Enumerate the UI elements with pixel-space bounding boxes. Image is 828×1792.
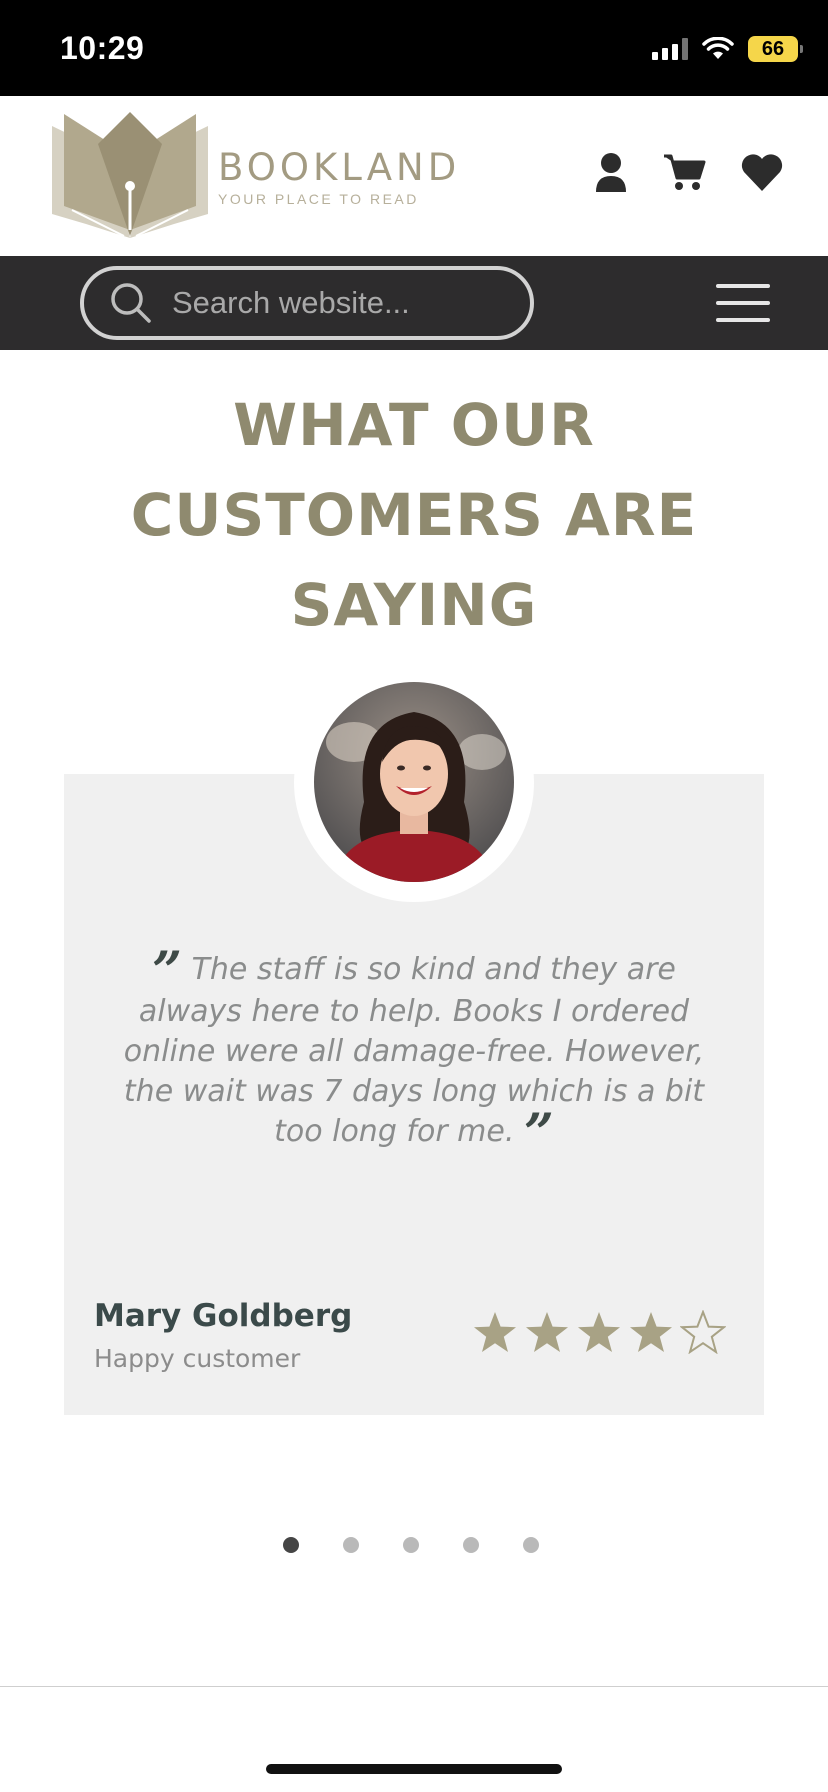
customer-avatar (314, 682, 514, 882)
open-quote-icon: ” (152, 941, 183, 1002)
search-bar (0, 256, 828, 350)
search-input[interactable] (172, 285, 502, 321)
star-filled-icon (474, 1312, 516, 1352)
bottom-divider (0, 1686, 828, 1687)
reviewer-name: Mary Goldberg (94, 1298, 353, 1334)
carousel-dots (283, 1537, 539, 1553)
home-indicator (266, 1764, 562, 1774)
quote-text: The staff is so kind and they are always… (123, 952, 705, 1149)
carousel-dot[interactable] (343, 1537, 359, 1553)
header-actions (594, 152, 784, 192)
star-rating (472, 1310, 726, 1354)
section-title-line: SAYING (290, 571, 538, 639)
carousel-dot[interactable] (403, 1537, 419, 1553)
brand-logo[interactable]: BOOKLAND YOUR PLACE TO READ (48, 110, 460, 242)
reviewer-role: Happy customer (94, 1344, 301, 1373)
status-indicators: 66 (652, 32, 803, 66)
section-title-line: CUSTOMERS ARE (130, 481, 698, 549)
close-quote-icon: ” (523, 1103, 554, 1164)
star-filled-icon (526, 1312, 568, 1352)
status-time: 10:29 (60, 30, 145, 66)
section-title-line: WHAT OUR (233, 391, 595, 459)
heart-icon[interactable] (740, 152, 784, 192)
carousel-dot[interactable] (463, 1537, 479, 1553)
status-bar: 10:29 66 (0, 0, 828, 96)
signal-icon (652, 38, 688, 60)
star-filled-icon (630, 1312, 672, 1352)
wifi-icon (702, 37, 734, 59)
star-filled-icon (578, 1312, 620, 1352)
carousel-dot[interactable] (283, 1537, 299, 1553)
site-header: BOOKLAND YOUR PLACE TO READ (0, 96, 828, 256)
testimonial-quote: ” The staff is so kind and they are alwa… (96, 946, 732, 1160)
brand-name: BOOKLAND (218, 145, 461, 189)
menu-icon[interactable] (716, 282, 770, 324)
search-box[interactable] (80, 266, 534, 340)
cart-icon[interactable] (662, 152, 706, 192)
user-icon[interactable] (594, 152, 628, 192)
carousel-dot[interactable] (523, 1537, 539, 1553)
section-title: WHAT OUR CUSTOMERS ARE SAYING (0, 380, 828, 650)
star-empty-icon (680, 1310, 726, 1354)
search-icon[interactable] (110, 282, 152, 324)
open-book-logo-icon (52, 112, 208, 238)
brand-tagline: YOUR PLACE TO READ (218, 190, 419, 207)
battery-icon: 66 (748, 36, 803, 62)
